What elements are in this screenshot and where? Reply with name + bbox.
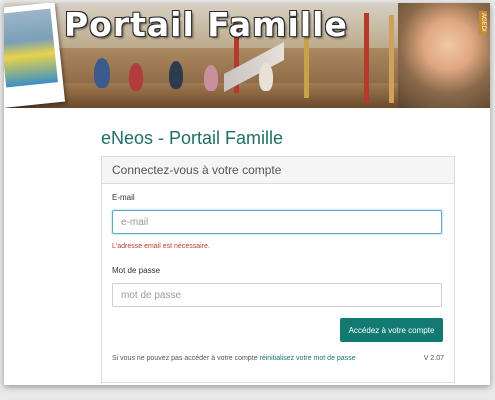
child-figure [169, 61, 183, 89]
password-label: Mot de passe [112, 266, 161, 275]
child-figure [204, 65, 218, 91]
email-label: E-mail [112, 193, 135, 202]
email-field[interactable] [112, 210, 442, 234]
version-label: V 2.07 [423, 355, 444, 362]
side-tag: AGEDI [479, 11, 487, 34]
playground-pole [389, 15, 394, 103]
playground-pole [364, 13, 369, 103]
child-figure [94, 58, 110, 88]
child-figure [259, 63, 273, 91]
reset-password-link[interactable]: réinitialisez votre mot de passe [259, 355, 355, 362]
footer-text: Si vous ne pouvez pas accéder à votre co… [112, 355, 258, 362]
child-figure [129, 63, 143, 91]
photo-polaroid [4, 3, 66, 108]
login-panel-heading: Connectez-vous à votre compte [102, 157, 454, 184]
children-photo [4, 8, 58, 88]
footer-help-text: Si vous ne pouvez pas accéder à votre co… [112, 355, 444, 362]
login-button[interactable]: Accédez à votre compte [340, 318, 443, 342]
child-portrait [398, 3, 490, 108]
page-title: eNeos - Portail Famille [101, 128, 284, 148]
banner-title: Portail Famille [64, 5, 348, 44]
header-banner: Portail Famille AGEDI [4, 3, 490, 108]
password-field[interactable] [112, 283, 442, 307]
login-panel: Connectez-vous à votre compte E-mail L'a… [101, 156, 455, 383]
email-error-message: L'adresse email est nécessaire. [112, 243, 210, 250]
page-frame: Portail Famille AGEDI eNeos - Portail Fa… [4, 3, 490, 385]
